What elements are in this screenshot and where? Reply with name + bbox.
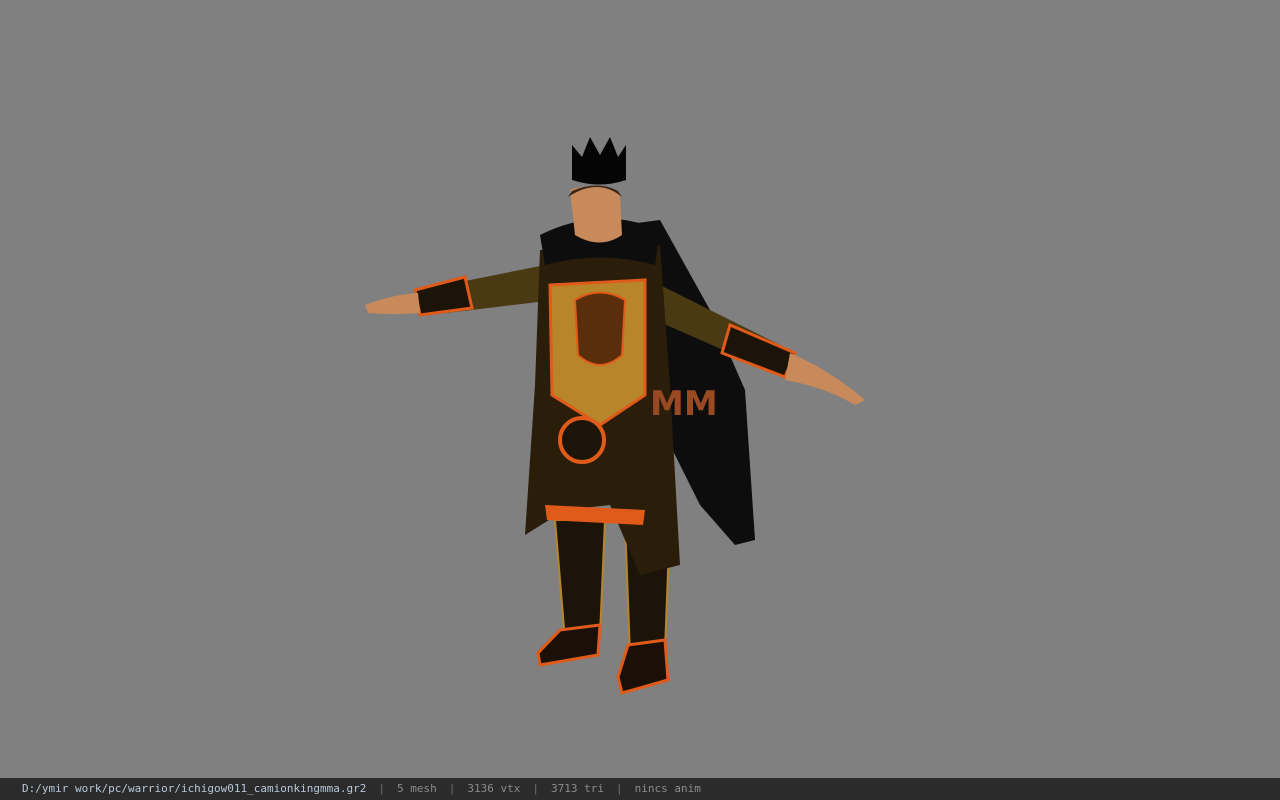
crown-icon: [572, 137, 626, 185]
right-hand: [785, 353, 865, 405]
left-boot: [536, 623, 602, 667]
right-boot: [616, 638, 670, 695]
chest-emblem: [573, 291, 627, 366]
character-model: MM: [365, 137, 865, 695]
left-bracer: [413, 275, 474, 317]
3d-viewport[interactable]: MM: [0, 0, 1280, 778]
cape-lettering: MM: [650, 384, 718, 424]
separator: |: [448, 782, 456, 795]
file-path: D:/ymir work/pc/warrior/ichigow011_camio…: [22, 782, 367, 795]
mesh-count: 5 mesh: [397, 782, 437, 795]
separator: |: [532, 782, 539, 795]
head: [570, 186, 622, 243]
separator: |: [378, 782, 385, 795]
status-bar: D:/ymir work/pc/warrior/ichigow011_camio…: [0, 778, 1280, 800]
vertex-count: 3136 vtx: [467, 782, 521, 795]
animation-status: nincs anim: [634, 782, 701, 795]
left-hand: [365, 293, 420, 314]
left-leg: [553, 519, 607, 642]
belt-buckle: [558, 416, 606, 464]
separator: |: [615, 782, 623, 795]
triangle-count: 3713 tri: [550, 782, 604, 795]
